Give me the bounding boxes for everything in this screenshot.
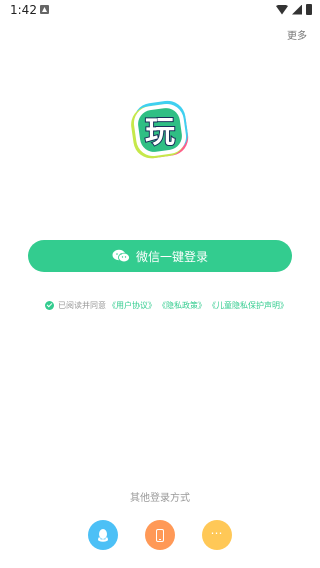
notification-icon — [40, 5, 49, 14]
battery-icon — [306, 4, 312, 15]
privacy-policy-link[interactable]: 《隐私政策》 — [158, 300, 206, 311]
more-link[interactable]: 更多 — [287, 27, 307, 42]
status-time: 1:42 — [10, 3, 37, 17]
phone-icon — [156, 528, 164, 542]
status-icons — [276, 4, 312, 15]
wifi-icon — [276, 4, 288, 15]
signal-icon — [292, 4, 302, 15]
app-logo: 玩 — [131, 100, 189, 159]
user-agreement-link[interactable]: 《用户协议》 — [108, 300, 156, 311]
child-privacy-link[interactable]: 《儿童隐私保护声明》 — [208, 300, 288, 311]
logo-glyph: 玩 — [145, 115, 175, 150]
wechat-login-button[interactable]: 微信一键登录 — [28, 240, 292, 272]
check-icon[interactable] — [45, 300, 54, 310]
more-dots-icon: ⋯ — [210, 526, 224, 540]
qq-icon — [98, 529, 108, 542]
phone-login-button[interactable] — [145, 520, 175, 550]
other-login-label: 其他登录方式 — [130, 493, 190, 504]
wechat-icon — [112, 249, 130, 263]
agreement-row: 已阅读并同意 《用户协议》 《隐私政策》 《儿童隐私保护声明》 — [45, 299, 288, 311]
qq-login-button[interactable] — [88, 520, 118, 550]
more-login-button[interactable]: ⋯ — [202, 520, 232, 550]
agreement-prefix: 已阅读并同意 — [58, 300, 106, 310]
status-bar: 1:42 — [0, 0, 320, 20]
wechat-login-label: 微信一键登录 — [135, 249, 208, 264]
